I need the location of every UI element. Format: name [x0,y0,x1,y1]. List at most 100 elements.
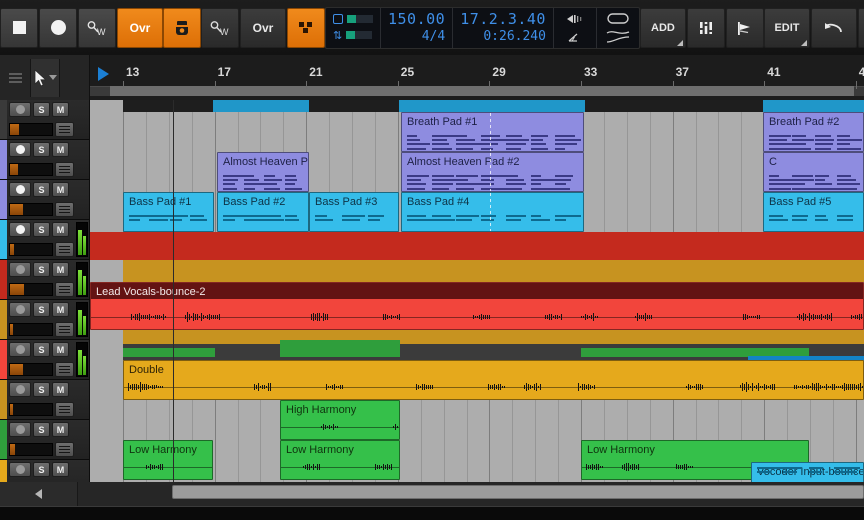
track-menu-button[interactable] [55,402,74,417]
track-record-arm-button[interactable] [9,422,31,437]
track-solo-button[interactable]: S [33,182,50,197]
track-solo-button[interactable]: S [33,462,50,477]
track-record-arm-button[interactable] [9,222,31,237]
track-mute-button[interactable]: M [52,302,69,317]
tempo-and-signature-cell[interactable]: 150.00 4/4 [381,7,454,48]
clip-lead-vocals-bounce-2[interactable]: Lead Vocals-bounce-2 [90,282,864,330]
track-solo-button[interactable]: S [33,142,50,157]
clip-almost-heaven-pad-1[interactable]: Almost Heaven Pa [217,152,309,192]
clip-bass-pad-4[interactable]: Bass Pad #4 [401,192,584,232]
track-record-arm-button[interactable] [9,382,31,397]
scroll-left-button[interactable] [0,482,78,506]
grid-snap-button[interactable] [287,7,325,48]
track-menu-button[interactable] [55,322,74,337]
track-mute-button[interactable]: M [52,222,69,237]
stop-button[interactable] [0,7,38,48]
tempo-value[interactable]: 150.00 [388,10,445,28]
track-solo-button[interactable]: S [33,342,50,357]
clip-bass-pad-5[interactable]: Bass Pad #5 [763,192,864,232]
track-record-arm-button[interactable] [9,102,31,117]
edit-menu-button[interactable]: EDIT [763,7,810,48]
time-signature-value[interactable]: 4/4 [388,28,445,45]
clip-breath-pad-2[interactable]: Breath Pad #2 [763,112,864,152]
track-menu-button[interactable] [55,442,74,457]
track-solo-button[interactable]: S [33,382,50,397]
punch-overdub-button[interactable]: Ovr [240,7,286,48]
scroll-track[interactable] [78,482,864,506]
track-volume-fader[interactable] [9,443,53,456]
mixer-button[interactable] [686,7,725,48]
track-mute-button[interactable]: M [52,262,69,277]
track-mute-button[interactable]: M [52,422,69,437]
track-mute-button[interactable]: M [52,342,69,357]
clip-vocoder-input-bounce[interactable]: Vocoder Input-bounce- [751,462,864,482]
playhead[interactable] [173,100,174,482]
track-solo-button[interactable]: S [33,422,50,437]
track-mute-button[interactable]: M [52,182,69,197]
track-solo-button[interactable]: S [33,222,50,237]
track-solo-button[interactable]: S [33,102,50,117]
metronome-button[interactable] [163,7,201,48]
display-sync-mode-row[interactable]: ⇅ [333,29,373,42]
track-header[interactable]: SM [0,340,89,380]
clip-low-harmony-2[interactable]: Low Harmony [280,440,400,480]
pointer-tool-button[interactable] [30,58,60,97]
track-mute-button[interactable]: M [52,382,69,397]
scroll-thumb[interactable] [172,485,864,499]
click-icon[interactable] [561,10,589,28]
display-mode-icons[interactable]: ⇅ [326,7,381,48]
track-menu-button[interactable] [55,242,74,257]
track-header[interactable]: SM [0,140,89,180]
clip-low-harmony-1[interactable]: Low Harmony [123,440,213,480]
track-mute-button[interactable]: M [52,142,69,157]
track-header[interactable]: SM [0,220,89,260]
display-record-mode-row[interactable] [333,13,373,24]
track-volume-fader[interactable] [9,123,53,136]
add-track-button[interactable]: ADD [639,7,686,48]
tempo-track-icon[interactable] [561,28,589,46]
horizontal-scrollbar[interactable] [0,482,864,506]
track-solo-button[interactable]: S [33,262,50,277]
loop-and-curve-cell[interactable] [597,8,639,48]
punch-automation-w-button[interactable]: W [201,7,239,48]
clip-double[interactable]: Double [123,360,864,400]
clip-bass-pad-1[interactable]: Bass Pad #1 [123,192,214,232]
undo-button[interactable] [810,7,857,48]
clip-almost-heaven-pad-2[interactable]: Almost Heaven Pad #2 [401,152,584,192]
track-volume-fader[interactable] [9,363,53,376]
clip-high-harmony[interactable]: High Harmony [280,400,400,440]
redo-button[interactable] [857,7,864,48]
track-header[interactable]: SM [0,260,89,300]
track-menu-button[interactable] [55,122,74,137]
chevron-down-icon[interactable] [49,75,57,80]
track-menu-button[interactable] [55,202,74,217]
position-cell[interactable]: 17.2.3.40 0:26.240 [453,7,554,48]
track-volume-fader[interactable] [9,403,53,416]
track-mute-button[interactable]: M [52,462,69,477]
track-menu-button[interactable] [55,282,74,297]
transport-display[interactable]: ⇅ 150.00 4/4 17.2.3.40 0:26.240 [325,6,640,49]
timeline-canvas[interactable]: Breath Pad #1 Breath Pad #2 Almost Heaven … [90,100,864,482]
automation-button[interactable] [725,7,764,48]
track-volume-fader[interactable] [9,163,53,176]
clip-bass-pad-3[interactable]: Bass Pad #3 [309,192,399,232]
track-record-arm-button[interactable] [9,302,31,317]
track-mute-button[interactable]: M [52,102,69,117]
track-record-arm-button[interactable] [9,462,31,477]
track-volume-fader[interactable] [9,243,53,256]
track-header[interactable]: SM [0,100,89,140]
track-record-arm-button[interactable] [9,342,31,357]
tempo-curve-icon[interactable] [604,28,632,47]
timeline-ruler[interactable]: 131721252933374145495357616569737 [90,55,864,100]
click-settings-cell[interactable] [554,7,597,48]
track-volume-fader[interactable] [9,283,53,296]
track-header[interactable]: SM [0,180,89,220]
track-record-arm-button[interactable] [9,262,31,277]
ruler-loop-region[interactable] [110,86,854,96]
play-triangle-icon[interactable] [98,67,109,81]
list-view-button[interactable] [0,59,30,97]
clip-bass-pad-2[interactable]: Bass Pad #2 [217,192,309,232]
track-menu-button[interactable] [55,162,74,177]
automation-write-button[interactable]: W [78,7,116,48]
track-record-arm-button[interactable] [9,182,31,197]
